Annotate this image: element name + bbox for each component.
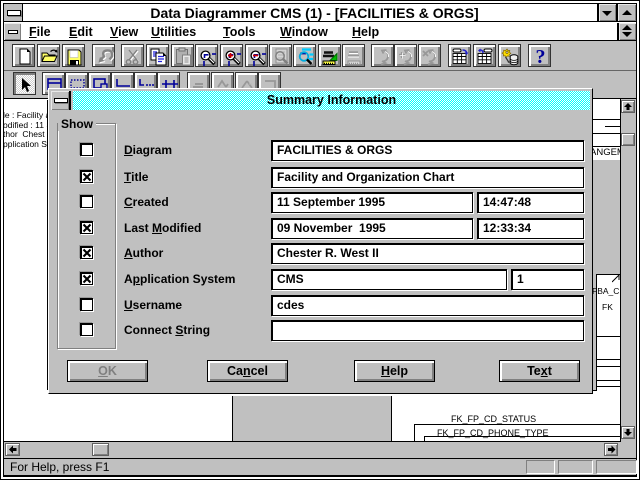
svg-text:?: ? — [536, 47, 546, 66]
